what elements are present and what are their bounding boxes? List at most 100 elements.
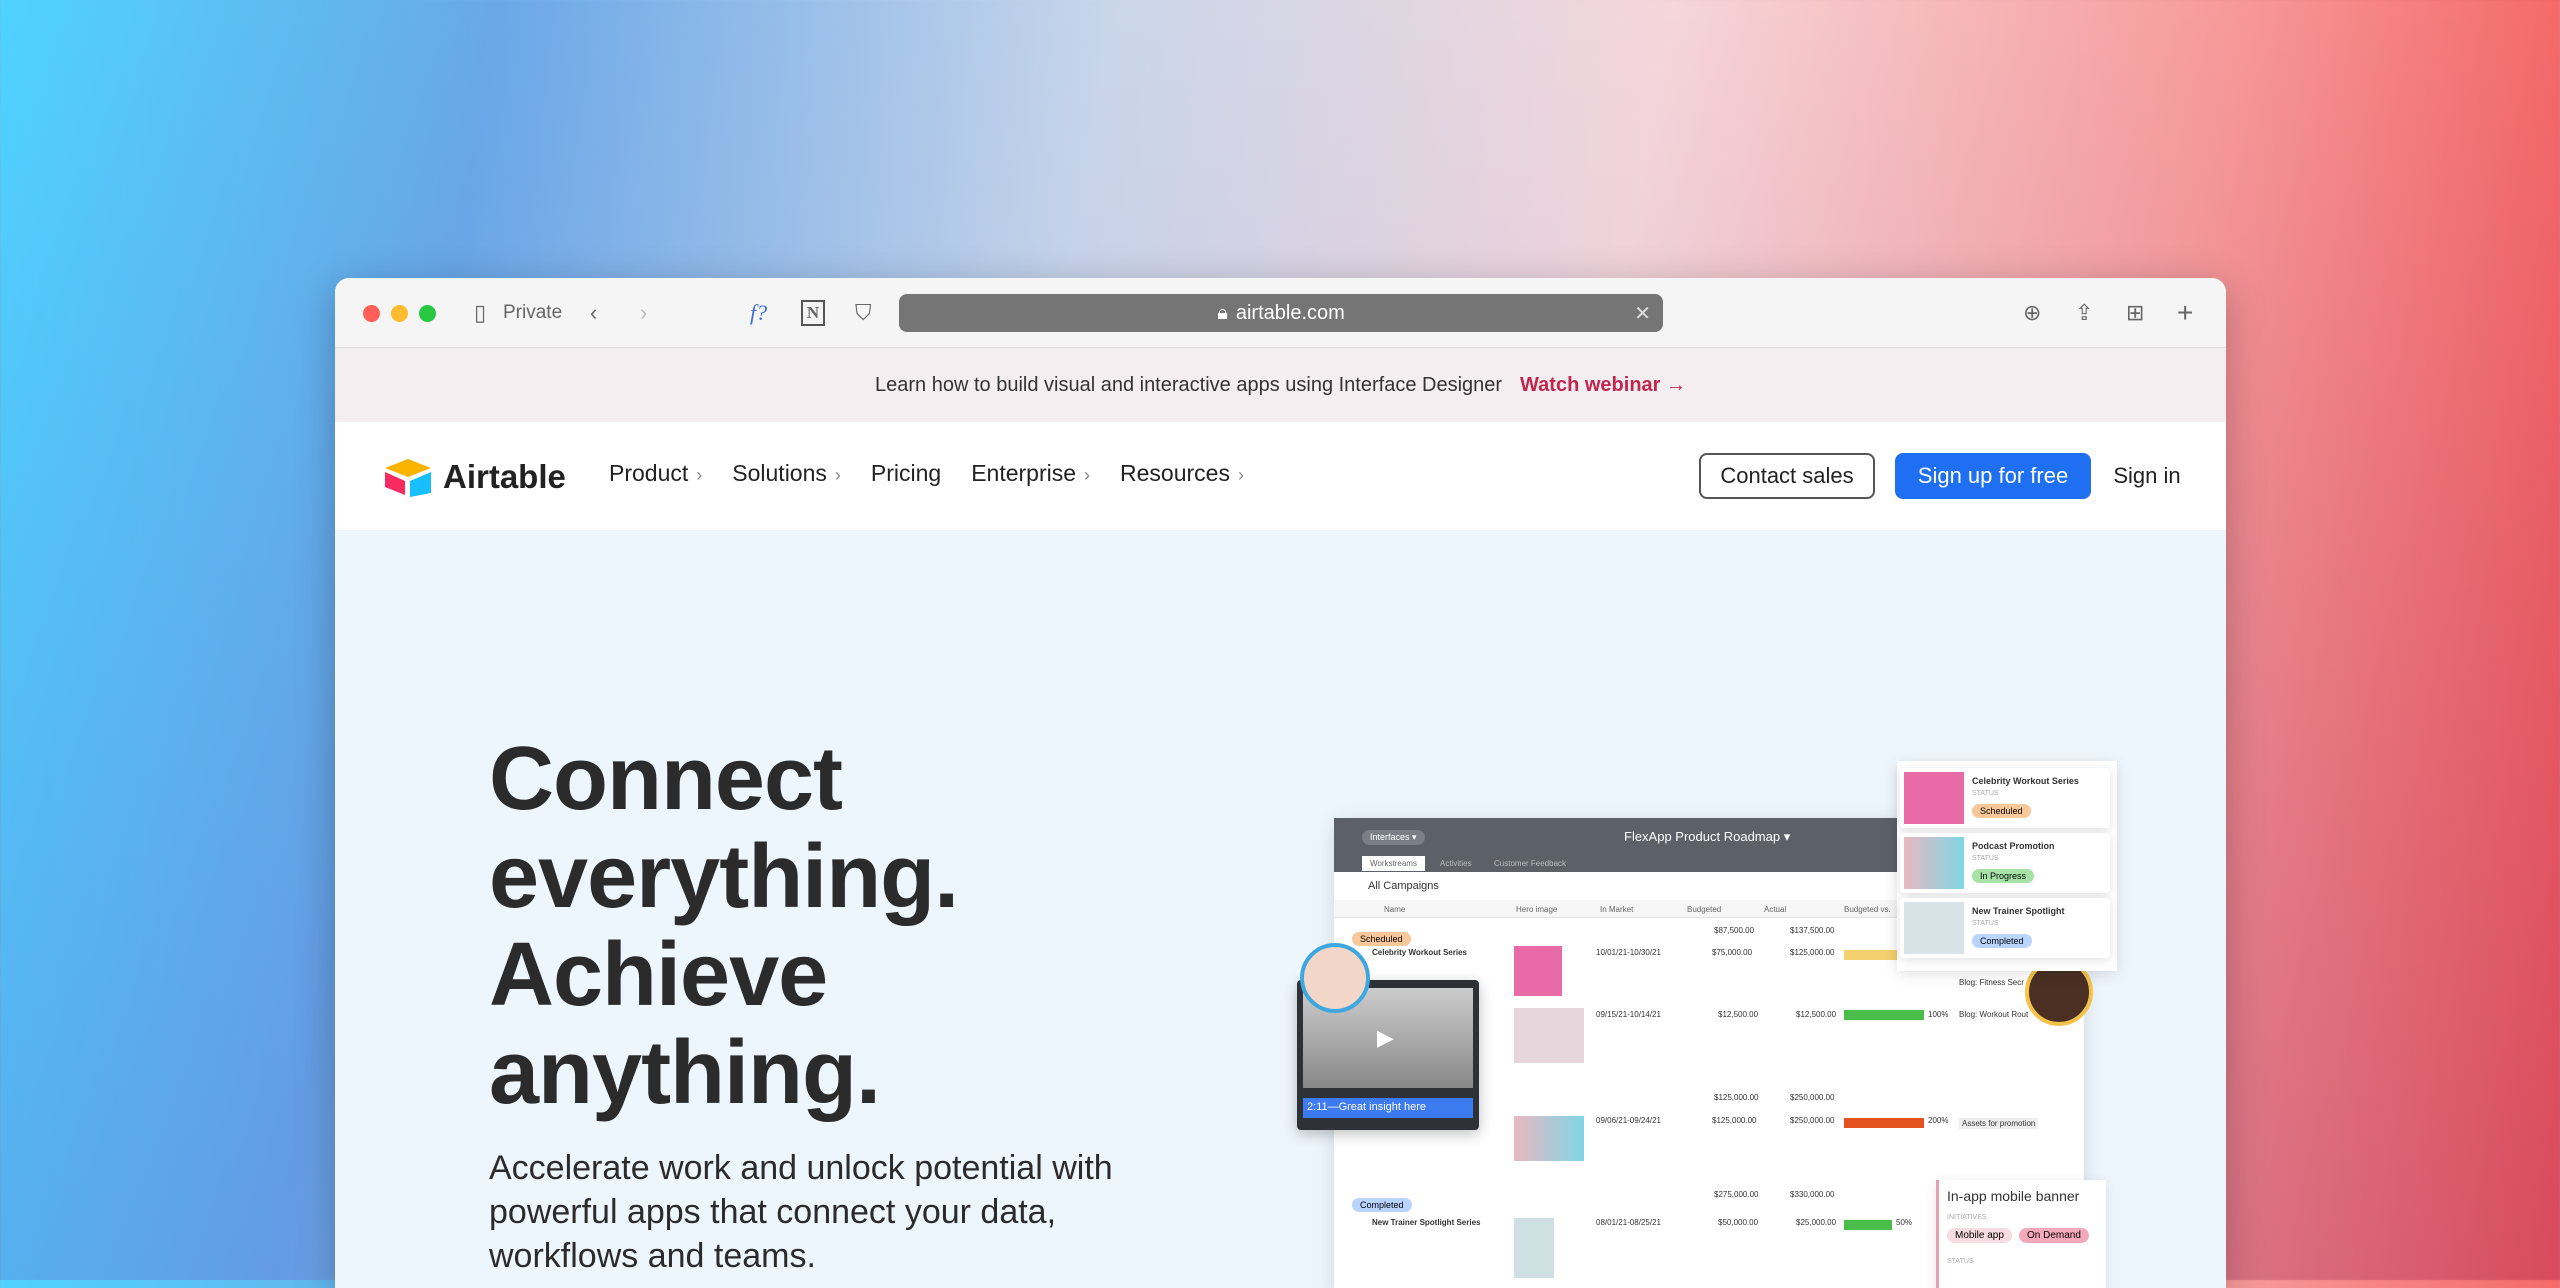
nav-item-product[interactable]: Product ›: [609, 460, 702, 487]
new-tab-icon[interactable]: +: [2177, 297, 2193, 328]
status-card: New Trainer Spotlight STATUS Completed: [1900, 898, 2110, 958]
status-badge: Scheduled: [1352, 932, 1411, 946]
tab-workstreams: Workstreams: [1362, 856, 1425, 871]
browser-window: ▯ Private ‹ › f? N ⛉ 🔒︎ airtable.com ✕ ⊕ ⇪…: [335, 278, 2226, 1288]
hero-image: [1514, 946, 1562, 996]
column-header: Budgeted vs.: [1844, 905, 1891, 914]
row-dates: 10/01/21-10/30/21: [1596, 948, 1661, 957]
row-note: Assets for promotion: [1959, 1118, 2039, 1129]
row-dates: 09/15/21-10/14/21: [1596, 1010, 1661, 1019]
avatar: [1300, 943, 1370, 1013]
status-card: Podcast Promotion STATUS In Progress: [1900, 833, 2110, 893]
zoom-window-button[interactable]: [419, 305, 436, 322]
group-sum: $250,000.00: [1790, 1093, 1835, 1102]
chevron-right-icon: ›: [834, 465, 841, 485]
row-budget: $75,000.00: [1712, 948, 1753, 957]
browser-toolbar: ▯ Private ‹ › f? N ⛉ 🔒︎ airtable.com ✕ ⊕ ⇪…: [335, 278, 2226, 348]
lock-icon: 🔒︎: [1217, 301, 1228, 324]
chevron-right-icon: ›: [1084, 465, 1091, 485]
row-budget: $12,500.00: [1718, 1010, 1759, 1019]
group-sum: $330,000.00: [1790, 1190, 1835, 1199]
group-sum: $137,500.00: [1790, 926, 1835, 935]
record-card: In-app mobile banner INITIATIVES Mobile …: [1936, 1180, 2106, 1288]
row-actual: $250,000.00: [1790, 1116, 1835, 1125]
row-dates: 09/06/21-09/24/21: [1596, 1116, 1661, 1125]
column-header: Name: [1384, 905, 1406, 914]
row-note: Blog: Workout Rout: [1959, 1010, 2029, 1019]
record-title: In-app mobile banner: [1947, 1188, 2080, 1204]
row-actual: $25,000.00: [1796, 1218, 1837, 1227]
tab-activities: Activities: [1440, 859, 1472, 868]
column-header: Hero image: [1516, 905, 1558, 914]
notion-icon[interactable]: N: [801, 300, 825, 326]
forward-icon[interactable]: ›: [640, 298, 647, 328]
back-icon[interactable]: ‹: [590, 298, 597, 328]
site-nav: Airtable Product › Solutions › Pricing Ent…: [335, 422, 2226, 530]
video-caption: 2:11—Great insight here: [1303, 1098, 1473, 1118]
sidebar-icon[interactable]: ▯: [467, 298, 493, 328]
status-card: Celebrity Workout Series STATUS Scheduled: [1900, 768, 2110, 828]
url-text: airtable.com: [1235, 301, 1345, 324]
chevron-right-icon: ›: [1237, 465, 1244, 485]
close-window-button[interactable]: [363, 305, 380, 322]
watch-webinar-link[interactable]: Watch webinar →: [1520, 374, 1686, 397]
row-pct: 100%: [1928, 1010, 1949, 1019]
nav-item-enterprise[interactable]: Enterprise ›: [971, 460, 1090, 487]
nav-item-resources[interactable]: Resources ›: [1120, 460, 1244, 487]
download-icon[interactable]: ⊕: [2023, 298, 2041, 328]
status-badge: In Progress: [1972, 869, 2035, 883]
minimize-window-button[interactable]: [391, 305, 408, 322]
row-pct: 50%: [1896, 1218, 1913, 1227]
tag: Mobile app: [1947, 1228, 2012, 1243]
airtable-logo-icon: [385, 459, 431, 497]
address-bar[interactable]: 🔒︎ airtable.com ✕: [899, 294, 1663, 332]
row-actual: $125,000.00: [1790, 948, 1835, 957]
nav-item-solutions[interactable]: Solutions ›: [732, 460, 841, 487]
group-sum: $275,000.00: [1714, 1190, 1759, 1199]
tag: On Demand: [2019, 1228, 2089, 1243]
banner-text: Learn how to build visual and interactiv…: [875, 373, 1503, 396]
status-badge: Completed: [1352, 1198, 1412, 1212]
progress-bar: [1844, 1220, 1892, 1230]
app-title: FlexApp Product Roadmap ▾: [1624, 829, 1791, 844]
row-actual: $12,500.00: [1796, 1010, 1837, 1019]
hero-image: [1514, 1116, 1584, 1161]
play-icon[interactable]: ▶: [1377, 1025, 1394, 1051]
private-label: Private: [503, 302, 563, 323]
column-header: Budgeted: [1687, 905, 1722, 914]
row-name: New Trainer Spotlight Series: [1372, 1218, 1481, 1227]
row-pct: 200%: [1928, 1116, 1949, 1125]
status-badge: Completed: [1972, 934, 2032, 948]
share-icon[interactable]: ⇪: [2075, 298, 2093, 328]
tab-customer-feedback: Customer Feedback: [1494, 859, 1567, 868]
sign-up-button[interactable]: Sign up for free: [1895, 453, 2091, 499]
logo-text: Airtable: [443, 458, 566, 495]
view-name: All Campaigns: [1368, 880, 1439, 892]
hero-subtitle: Accelerate work and unlock potential wit…: [489, 1149, 1113, 1275]
progress-bar: [1844, 1118, 1924, 1128]
clear-url-icon[interactable]: ✕: [1634, 301, 1651, 326]
row-budget: $125,000.00: [1712, 1116, 1757, 1125]
contact-sales-button[interactable]: Contact sales: [1699, 453, 1875, 499]
row-name: Celebrity Workout Series: [1372, 948, 1467, 957]
nav-item-pricing[interactable]: Pricing: [871, 460, 941, 487]
group-sum: $125,000.00: [1714, 1093, 1759, 1102]
shield-icon[interactable]: ⛉: [855, 298, 872, 328]
status-badge: Scheduled: [1972, 804, 2031, 818]
interfaces-pill: Interfaces ▾: [1362, 830, 1425, 845]
hero-headline: Connect everything. Achieve anything.: [489, 729, 959, 1123]
extension-f-icon[interactable]: f?: [750, 298, 767, 328]
chevron-right-icon: ›: [696, 465, 703, 485]
hero-image: [1514, 1008, 1584, 1063]
column-header: In Market: [1600, 905, 1634, 914]
announcement-banner: Learn how to build visual and interactiv…: [335, 348, 2226, 422]
progress-bar: [1844, 1010, 1924, 1020]
tab-overview-icon[interactable]: ⊞: [2126, 298, 2144, 328]
sign-in-link[interactable]: Sign in: [2107, 453, 2187, 499]
row-budget: $50,000.00: [1718, 1218, 1759, 1227]
hero-image: [1514, 1218, 1554, 1278]
column-header: Actual: [1764, 905, 1787, 914]
row-note: Blog: Fitness Secr: [1959, 978, 2024, 987]
airtable-logo[interactable]: Airtable: [381, 457, 566, 497]
progress-bar: [1844, 950, 1904, 960]
